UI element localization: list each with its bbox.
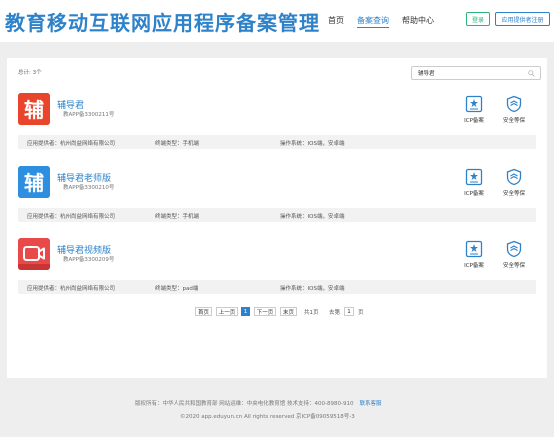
search-box[interactable] [411,66,541,80]
nav-help-center[interactable]: 帮助中心 [402,15,434,26]
icp-badge[interactable]: ICP备案 [461,168,487,197]
search-input[interactable] [418,68,523,78]
next-page-button[interactable]: 下一页 [254,307,276,316]
terminal-info: 终端类型：pad端 [155,286,199,292]
last-page-button[interactable]: 末页 [280,307,297,316]
icp-badge[interactable]: ICP备案 [461,240,487,269]
shield-icon [506,240,522,258]
goto-page-input[interactable]: 1 [344,307,354,316]
icp-badge-label: ICP备案 [464,118,484,124]
record-number: 教APP备3300211号 [63,112,115,118]
security-badge-label: 安全等保 [502,118,525,124]
security-badge[interactable]: 安全等保 [501,95,527,124]
footer: 版权所有：中华人民共和国教育部 网站运维：中央电化教育馆 技术支持：400-89… [0,388,554,437]
record-number: 教APP备3300209号 [63,257,115,263]
header: 教育移动互联网应用程序备案管理 首页 备案查询 帮助中心 登录 应用提供者注册 [0,0,554,42]
terminal-info: 终端类型：手机端 [155,141,200,147]
prev-page-button[interactable]: 上一页 [216,307,238,316]
icp-record-icon [465,168,483,186]
total-pages: 共1页 [304,310,319,316]
security-badge[interactable]: 安全等保 [501,240,527,269]
current-page-button[interactable]: 1 [241,307,250,316]
footer-icp: ©2020 app.eduyun.cn All rights reserved … [180,414,355,420]
icp-badge-label: ICP备案 [464,263,484,269]
shield-icon [506,168,522,186]
app-info-bar: 应用提供者：杭州尚益网络有限公司 终端类型：pad端 操作系统：IOS端，安卓端 [18,280,536,294]
page-suffix: 页 [358,310,364,316]
os-info: 操作系统：IOS端，安卓端 [280,286,345,292]
icp-badge[interactable]: ICP备案 [461,95,487,124]
provider-info: 应用提供者：杭州尚益网络有限公司 [27,286,116,292]
app-icon[interactable]: 辅 [18,166,50,198]
app-logo-icon: 辅 [18,93,50,125]
results-panel: 总计: 3个 辅 辅导君 教APP备3300211号 ICP备案 [7,58,547,378]
video-camera-icon [18,238,50,270]
nav-record-query[interactable]: 备案查询 [357,15,389,28]
svg-text:辅: 辅 [24,98,44,122]
app-icon[interactable] [18,238,50,270]
contact-support-link[interactable]: 联系客服 [359,401,381,407]
app-info-bar: 应用提供者：杭州尚益网络有限公司 终端类型：手机端 操作系统：IOS端，安卓端 [18,208,536,222]
icp-badge-label: ICP备案 [464,191,484,197]
first-page-button[interactable]: 首页 [195,307,212,316]
security-badge-label: 安全等保 [502,263,525,269]
terminal-info: 终端类型：手机端 [155,214,200,220]
goto-label: 去第 [329,310,341,316]
security-badge-label: 安全等保 [502,191,525,197]
icp-record-icon [465,95,483,113]
os-info: 操作系统：IOS端，安卓端 [280,214,345,220]
icp-record-icon [465,240,483,258]
register-button[interactable]: 应用提供者注册 [495,12,550,26]
security-badge[interactable]: 安全等保 [501,168,527,197]
app-icon[interactable]: 辅 [18,93,50,125]
site-logo[interactable]: 教育移动互联网应用程序备案管理 [5,7,320,36]
os-info: 操作系统：IOS端，安卓端 [280,141,345,147]
shield-icon [506,95,522,113]
record-number: 教APP备3300210号 [63,185,115,191]
footer-copyright: 版权所有：中华人民共和国教育部 网站运维：中央电化教育馆 技术支持：400-89… [135,399,381,407]
provider-info: 应用提供者：杭州尚益网络有限公司 [27,214,116,220]
search-icon[interactable] [528,70,535,77]
svg-text:辅: 辅 [24,171,44,195]
app-info-bar: 应用提供者：杭州尚益网络有限公司 终端类型：手机端 操作系统：IOS端，安卓端 [18,135,536,149]
footer-info: 版权所有：中华人民共和国教育部 网站运维：中央电化教育馆 技术支持：400-89… [135,401,354,407]
login-button[interactable]: 登录 [466,12,490,26]
app-logo-icon: 辅 [18,166,50,198]
total-count: 总计: 3个 [18,70,42,76]
nav-home[interactable]: 首页 [328,15,344,26]
provider-info: 应用提供者：杭州尚益网络有限公司 [27,141,116,147]
